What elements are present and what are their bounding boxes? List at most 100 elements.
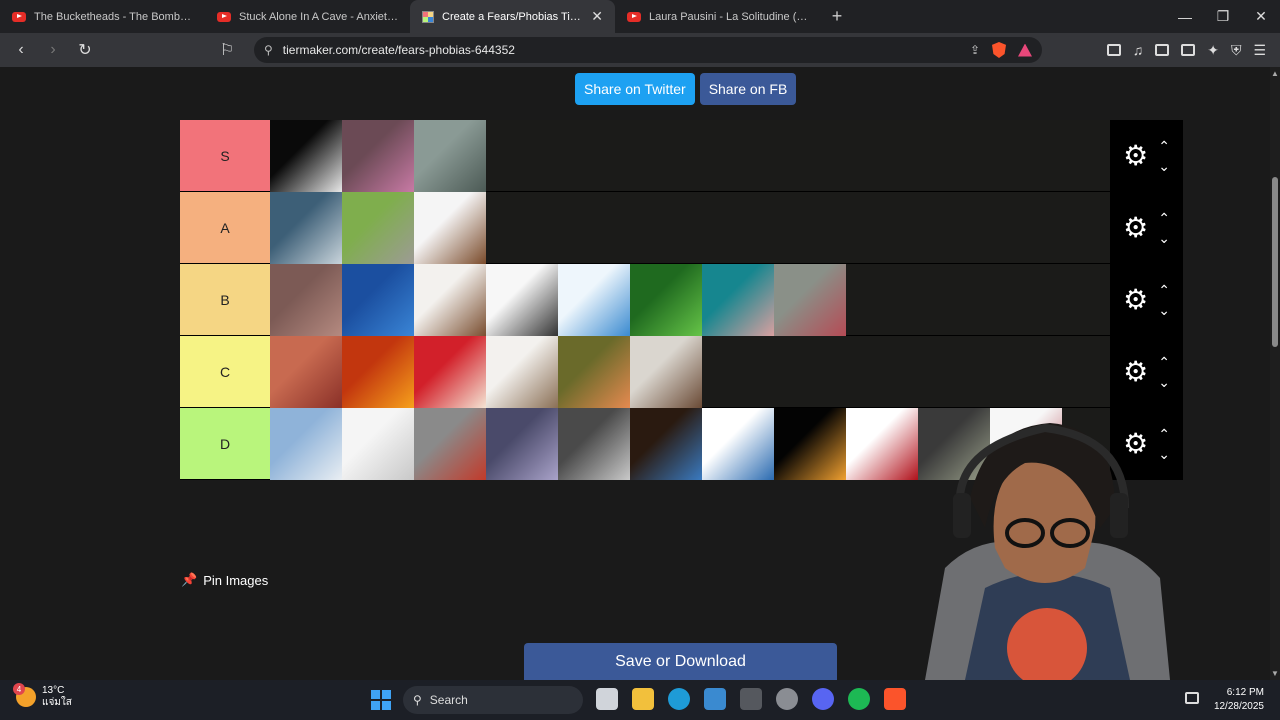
- scroll-thumb[interactable]: [1272, 177, 1278, 347]
- tier-item-shark[interactable]: [270, 192, 342, 264]
- reload-button[interactable]: ↻: [72, 37, 98, 63]
- spotify-icon[interactable]: [848, 688, 870, 710]
- tier-item-scared-child[interactable]: [342, 120, 414, 192]
- bookmark-icon[interactable]: ⚐: [214, 37, 240, 63]
- tier-controls: ⚙ ⌃ ⌄: [1110, 336, 1183, 407]
- tier-item-holes-texture[interactable]: [270, 336, 342, 408]
- tier-label[interactable]: B: [180, 264, 270, 335]
- moon-icon: 4: [13, 683, 36, 707]
- screenshot-icon[interactable]: [1106, 44, 1121, 56]
- tier-item-dark-window-figure[interactable]: [270, 120, 342, 192]
- tier-item-candle-dark[interactable]: [774, 408, 846, 480]
- url-bar[interactable]: ⚲ tiermaker.com/create/fears-phobias-644…: [254, 37, 1042, 63]
- move-down-icon[interactable]: ⌄: [1158, 159, 1170, 173]
- tier-item-clown[interactable]: [414, 336, 486, 408]
- site-info-icon[interactable]: ⚲: [264, 43, 273, 57]
- move-down-icon[interactable]: ⌄: [1158, 303, 1170, 317]
- move-down-icon[interactable]: ⌄: [1158, 231, 1170, 245]
- clock[interactable]: 6:12 PM 12/28/2025: [1214, 686, 1264, 714]
- tier-item-mouse[interactable]: [486, 336, 558, 408]
- leo-ai-icon[interactable]: ✦: [1207, 42, 1219, 59]
- minimize-button[interactable]: —: [1166, 0, 1204, 33]
- move-up-icon[interactable]: ⌃: [1158, 283, 1170, 297]
- tier-label[interactable]: C: [180, 336, 270, 407]
- new-tab-button[interactable]: +: [820, 0, 854, 33]
- tier-item-puppet[interactable]: [414, 408, 486, 480]
- tier-item-airplane[interactable]: [270, 408, 342, 480]
- brave-shield-icon[interactable]: [992, 42, 1006, 58]
- gear-icon[interactable]: ⚙: [1123, 357, 1148, 386]
- brave-rewards-icon[interactable]: [1018, 43, 1032, 57]
- clock-time: 6:12 PM: [1226, 687, 1264, 698]
- youtube-icon: [627, 11, 641, 22]
- tier-item-syringe[interactable]: [342, 408, 414, 480]
- taskbar-search[interactable]: ⚲ Search: [403, 686, 583, 714]
- tab-laura-pausini[interactable]: Laura Pausini - La Solitudine (Official: [615, 0, 820, 33]
- save-download-button[interactable]: Save or Download: [524, 643, 837, 680]
- move-up-icon[interactable]: ⌃: [1158, 355, 1170, 369]
- tab-tiermaker[interactable]: Create a Fears/Phobias Tier List ✕: [410, 0, 615, 33]
- page-scrollbar[interactable]: ▲ ▼: [1270, 67, 1280, 680]
- tier-item-knot-rope[interactable]: [702, 408, 774, 480]
- tab-stuck-alone[interactable]: Stuck Alone In A Cave - Anxiety Warn: [205, 0, 410, 33]
- sidebar-icon[interactable]: [1155, 44, 1170, 56]
- tier-label[interactable]: S: [180, 120, 270, 191]
- share-buttons: Share on Twitter Share on FB: [575, 73, 797, 105]
- back-button[interactable]: ‹: [8, 37, 34, 63]
- tier-item-microphone[interactable]: [486, 264, 558, 336]
- tier-item-glass-floor-height[interactable]: [414, 120, 486, 192]
- edge-icon[interactable]: [668, 688, 690, 710]
- tier-item-portrait-man[interactable]: [558, 408, 630, 480]
- menu-icon[interactable]: ☰: [1253, 42, 1266, 59]
- move-down-icon[interactable]: ⌄: [1158, 375, 1170, 389]
- tier-item-cockroach[interactable]: [414, 192, 486, 264]
- tier-item-gravestone[interactable]: [342, 192, 414, 264]
- tier-item-lightning[interactable]: [486, 408, 558, 480]
- task-view-icon[interactable]: [596, 688, 618, 710]
- scroll-down-icon[interactable]: ▼: [1271, 669, 1279, 678]
- tier-item-crowd[interactable]: [270, 264, 342, 336]
- close-icon[interactable]: ✕: [591, 8, 603, 25]
- discord-icon[interactable]: [812, 688, 834, 710]
- pin-images-toggle[interactable]: 📌 Pin Images: [181, 572, 268, 588]
- share-icon[interactable]: ⇪: [970, 43, 980, 57]
- forward-button[interactable]: ›: [40, 37, 66, 63]
- store-icon[interactable]: [704, 688, 726, 710]
- app-icon[interactable]: [740, 688, 762, 710]
- app-icon[interactable]: [776, 688, 798, 710]
- start-button[interactable]: [371, 690, 391, 710]
- tier-label[interactable]: A: [180, 192, 270, 263]
- pin-icon: 📌: [181, 572, 198, 587]
- tier-item-fire[interactable]: [342, 336, 414, 408]
- gear-icon[interactable]: ⚙: [1123, 141, 1148, 170]
- brave-icon[interactable]: [884, 688, 906, 710]
- tier-item-tarantula[interactable]: [414, 264, 486, 336]
- gear-icon[interactable]: ⚙: [1123, 213, 1148, 242]
- tier-item-sea-creature[interactable]: [702, 264, 774, 336]
- weather-widget[interactable]: 4 13°C แจ่มใส: [13, 683, 72, 709]
- tier-item-gecko[interactable]: [558, 336, 630, 408]
- tier-item-scorpion-hand[interactable]: [630, 336, 702, 408]
- restore-button[interactable]: ❐: [1204, 0, 1242, 33]
- tier-item-asteroid-earth[interactable]: [630, 408, 702, 480]
- gear-icon[interactable]: ⚙: [1123, 285, 1148, 314]
- scroll-up-icon[interactable]: ▲: [1271, 69, 1279, 78]
- share-fb-button[interactable]: Share on FB: [699, 73, 797, 105]
- tab-bucketheads[interactable]: The Bucketheads - The Bomb [These: [0, 0, 205, 33]
- file-explorer-icon[interactable]: [632, 688, 654, 710]
- tier-item-blood[interactable]: [846, 408, 918, 480]
- vpn-icon[interactable]: ⛨: [1231, 42, 1242, 59]
- close-window-button[interactable]: ✕: [1242, 0, 1280, 33]
- move-up-icon[interactable]: ⌃: [1158, 139, 1170, 153]
- tier-label[interactable]: D: [180, 408, 270, 479]
- move-up-icon[interactable]: ⌃: [1158, 211, 1170, 225]
- tier-item-green-snake[interactable]: [630, 264, 702, 336]
- network-icon[interactable]: [1185, 692, 1199, 704]
- music-icon[interactable]: ♫: [1133, 42, 1144, 58]
- tier-item-ocean[interactable]: [342, 264, 414, 336]
- tier-item-virus[interactable]: [558, 264, 630, 336]
- share-twitter-button[interactable]: Share on Twitter: [575, 73, 695, 105]
- tier-item-centipede[interactable]: [774, 264, 846, 336]
- windows-taskbar: 4 13°C แจ่มใส ⚲ Search 6:12 PM 12/28/202…: [0, 680, 1280, 720]
- wallet-icon[interactable]: [1181, 44, 1196, 56]
